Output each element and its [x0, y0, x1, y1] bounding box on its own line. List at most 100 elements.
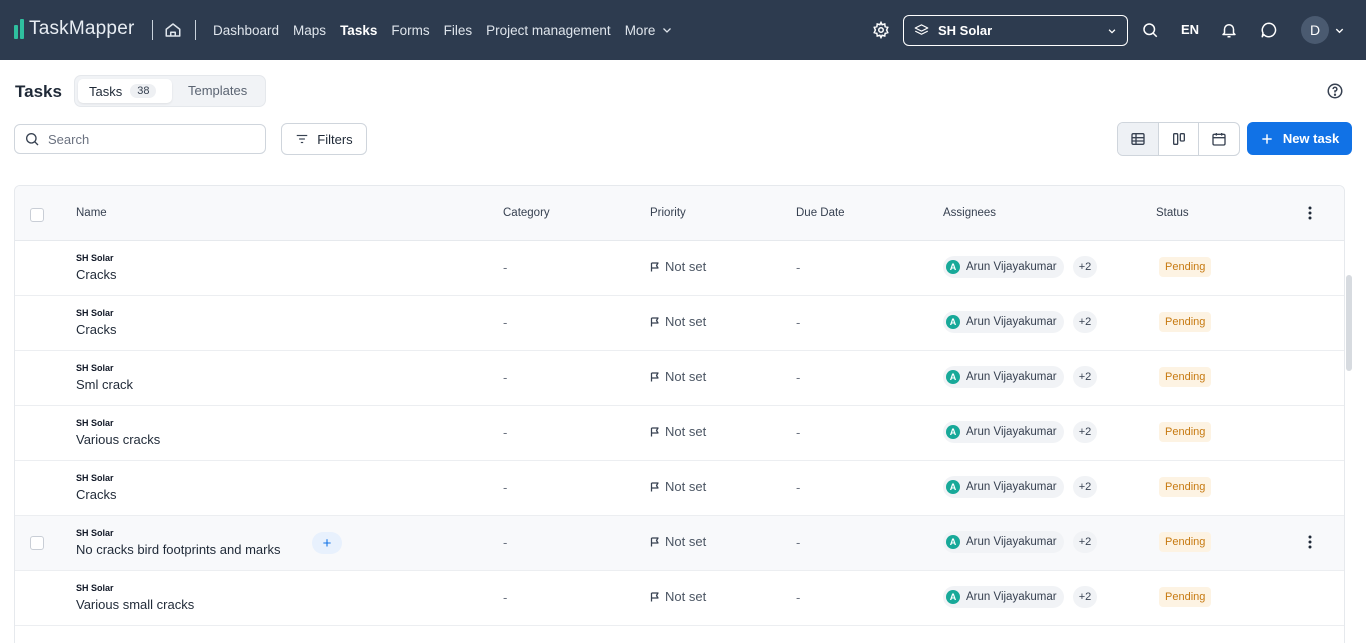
table-row[interactable]: SH Solar No cracks bird footprints and m…: [15, 516, 1344, 571]
table-row[interactable]: SH Solar Cracks - Not set - A Arun Vijay…: [15, 241, 1344, 296]
column-header-status[interactable]: Status: [1156, 207, 1189, 219]
nav-item-maps[interactable]: Maps: [293, 23, 326, 38]
task-name[interactable]: Various cracks: [76, 432, 160, 447]
flag-icon: [650, 591, 659, 601]
status-badge[interactable]: Pending: [1159, 312, 1212, 332]
chat-icon[interactable]: [1260, 21, 1278, 39]
table-row[interactable]: SH Solar Various cracks - Not set - A Ar…: [15, 406, 1344, 461]
nav-item-tasks[interactable]: Tasks: [340, 23, 377, 38]
table-row[interactable]: SH Solar Cracks - Not set - A Arun Vijay…: [15, 296, 1344, 351]
assignee-avatar: A: [946, 260, 960, 274]
board-icon: [1172, 133, 1185, 145]
task-name[interactable]: Cracks: [76, 322, 116, 337]
task-name[interactable]: Cracks: [76, 487, 116, 502]
chevron-down-icon: [1108, 29, 1116, 34]
task-due-date: -: [796, 370, 801, 385]
table-icon: [1131, 133, 1145, 145]
main-nav: Dashboard Maps Tasks Forms Files Project…: [213, 0, 673, 60]
more-assignees-badge[interactable]: +2: [1073, 586, 1097, 608]
assignee-chip[interactable]: A Arun Vijayakumar: [943, 311, 1064, 333]
task-priority[interactable]: Not set: [649, 314, 706, 329]
more-vertical-icon[interactable]: [1308, 206, 1312, 220]
help-icon[interactable]: [1326, 82, 1344, 100]
task-priority[interactable]: Not set: [649, 259, 706, 274]
search-input[interactable]: [48, 131, 248, 147]
task-priority-label: Not set: [665, 314, 707, 329]
task-priority-label: Not set: [665, 479, 707, 494]
project-selector[interactable]: SH Solar: [903, 15, 1128, 46]
column-header-priority[interactable]: Priority: [650, 207, 686, 219]
task-priority[interactable]: Not set: [649, 479, 706, 494]
layers-icon: [914, 24, 929, 35]
nav-item-files[interactable]: Files: [444, 23, 473, 38]
more-assignees-badge[interactable]: +2: [1073, 311, 1097, 333]
task-due-date: -: [796, 260, 801, 275]
assignee-chip[interactable]: A Arun Vijayakumar: [943, 531, 1064, 553]
task-name[interactable]: Cracks: [76, 267, 116, 282]
column-header-assignees[interactable]: Assignees: [943, 207, 996, 219]
row-checkbox[interactable]: [30, 536, 44, 550]
new-task-button[interactable]: New task: [1247, 122, 1352, 155]
task-priority[interactable]: Not set: [649, 534, 706, 549]
user-avatar[interactable]: D: [1301, 16, 1329, 44]
chevron-down-icon[interactable]: [1334, 25, 1345, 36]
calendar-view-button[interactable]: [1199, 123, 1239, 155]
filters-button[interactable]: Filters: [281, 123, 367, 155]
task-priority[interactable]: Not set: [649, 589, 706, 604]
language-switcher[interactable]: EN: [1181, 22, 1199, 37]
more-assignees-badge[interactable]: +2: [1073, 476, 1097, 498]
status-badge[interactable]: Pending: [1159, 367, 1212, 387]
table-row[interactable]: SH Solar Various small cracks - Not set …: [15, 571, 1344, 626]
task-priority[interactable]: Not set: [649, 369, 706, 384]
status-badge[interactable]: Pending: [1159, 257, 1212, 277]
gear-icon[interactable]: [872, 21, 890, 39]
nav-item-forms[interactable]: Forms: [391, 23, 429, 38]
assignee-chip[interactable]: A Arun Vijayakumar: [943, 476, 1064, 498]
assignee-chip[interactable]: A Arun Vijayakumar: [943, 366, 1064, 388]
filters-label: Filters: [317, 131, 353, 147]
app-logo[interactable]: TaskMapper: [14, 18, 135, 40]
calendar-icon: [1212, 133, 1226, 146]
tab-templates[interactable]: Templates: [188, 83, 247, 98]
task-due-date: -: [796, 590, 801, 605]
status-badge[interactable]: Pending: [1159, 422, 1212, 442]
board-view-button[interactable]: [1159, 123, 1200, 155]
select-all-checkbox[interactable]: [30, 208, 44, 222]
search-icon: [26, 133, 39, 146]
more-assignees-badge[interactable]: +2: [1073, 531, 1097, 553]
assignee-chip[interactable]: A Arun Vijayakumar: [943, 421, 1064, 443]
table-row[interactable]: SH Solar Cracks - Not set - A Arun Vijay…: [15, 461, 1344, 516]
column-header-due-date[interactable]: Due Date: [796, 207, 845, 219]
scrollbar[interactable]: [1346, 275, 1352, 371]
row-more-vertical-icon[interactable]: [1308, 535, 1312, 549]
bell-icon[interactable]: [1220, 21, 1238, 39]
table-view-button[interactable]: [1118, 123, 1159, 155]
task-name[interactable]: Sml crack: [76, 377, 133, 392]
assignee-avatar: A: [946, 480, 960, 494]
add-subtask-button[interactable]: +: [312, 532, 342, 554]
task-priority[interactable]: Not set: [649, 424, 706, 439]
nav-item-dashboard[interactable]: Dashboard: [213, 23, 279, 38]
task-name[interactable]: No cracks bird footprints and marks: [76, 542, 280, 557]
status-badge[interactable]: Pending: [1159, 532, 1212, 552]
assignee-name: Arun Vijayakumar: [966, 261, 1057, 273]
more-assignees-badge[interactable]: +2: [1073, 256, 1097, 278]
column-header-name[interactable]: Name: [76, 207, 107, 219]
tab-tasks[interactable]: Tasks 38: [78, 79, 172, 103]
flag-icon: [650, 426, 659, 436]
home-icon[interactable]: [164, 21, 182, 39]
search-icon[interactable]: [1141, 21, 1159, 39]
task-count-badge: 38: [130, 84, 157, 98]
assignee-chip[interactable]: A Arun Vijayakumar: [943, 586, 1064, 608]
nav-item-project-management[interactable]: Project management: [486, 23, 611, 38]
assignee-chip[interactable]: A Arun Vijayakumar: [943, 256, 1064, 278]
new-task-label: New task: [1282, 131, 1340, 146]
status-badge[interactable]: Pending: [1159, 477, 1212, 497]
column-header-category[interactable]: Category: [503, 207, 550, 219]
more-assignees-badge[interactable]: +2: [1073, 421, 1097, 443]
task-name[interactable]: Various small cracks: [76, 597, 194, 612]
table-row[interactable]: SH Solar Sml crack - Not set - A Arun Vi…: [15, 351, 1344, 406]
more-assignees-badge[interactable]: +2: [1073, 366, 1097, 388]
nav-item-more[interactable]: More: [625, 23, 674, 38]
status-badge[interactable]: Pending: [1159, 587, 1212, 607]
